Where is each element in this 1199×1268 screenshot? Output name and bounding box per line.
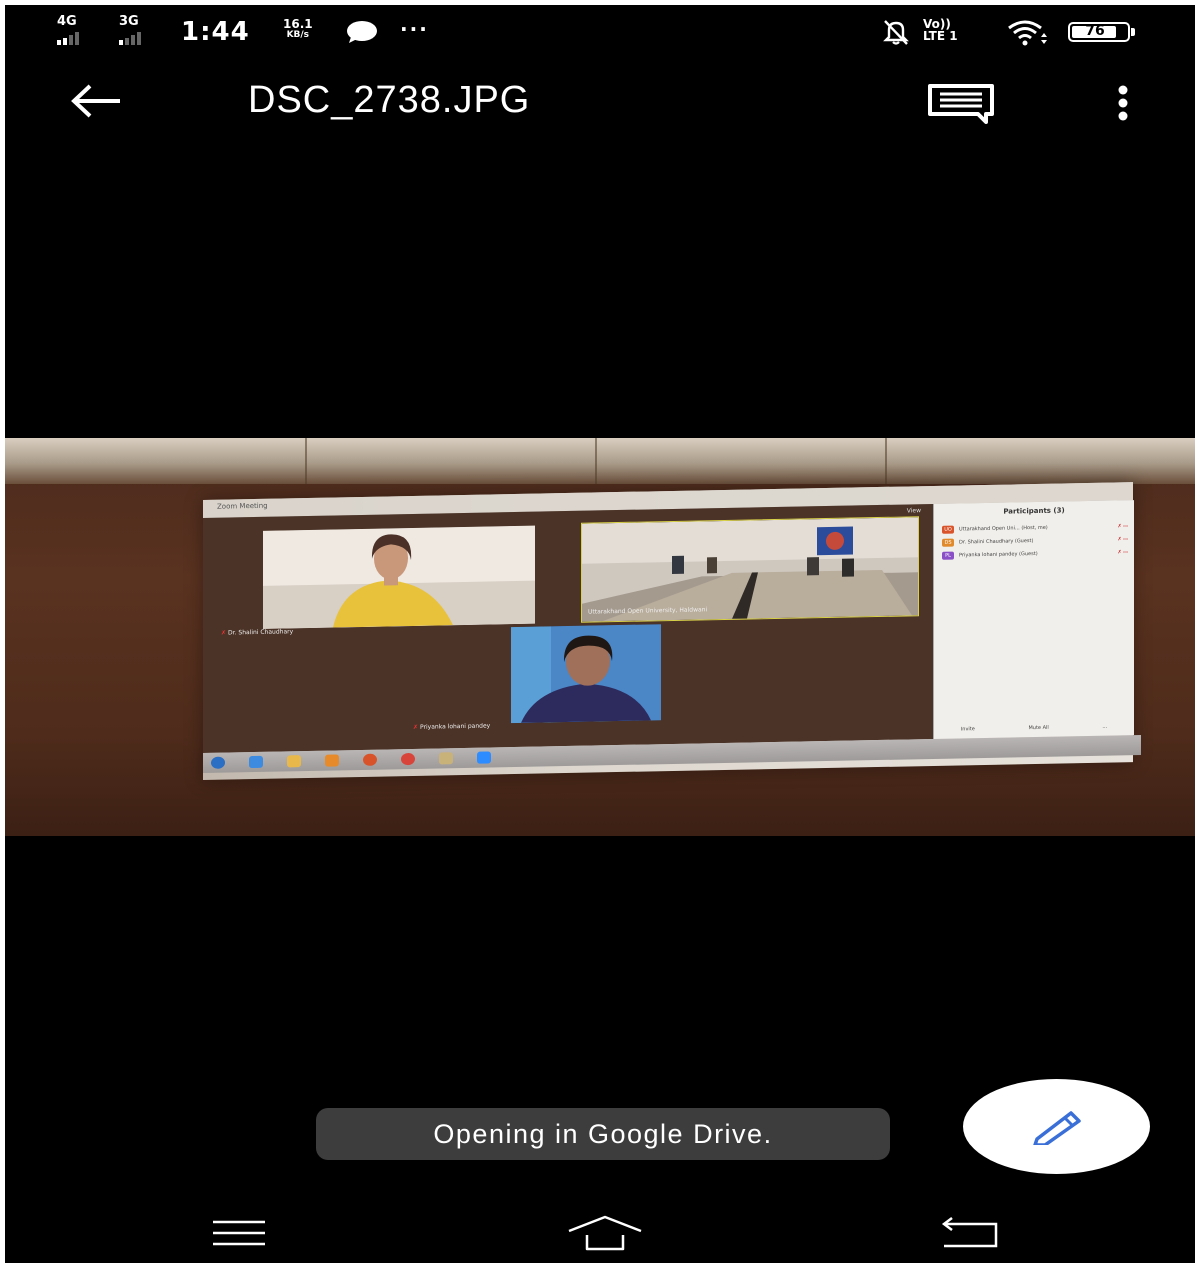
participants-title: Participants (3) — [1003, 506, 1065, 516]
video-tile-3-label: ✗ Priyanka lohani pandey — [413, 722, 491, 731]
participants-panel: Participants (3) UO Uttarakhand Open Uni… — [933, 500, 1134, 739]
participant-name: Dr. Shalini Chaudhary (Guest) — [959, 537, 1034, 545]
file-title: DSC_2738.JPG — [248, 79, 531, 121]
participant-name: Priyanka lohani pandey (Guest) — [959, 550, 1038, 558]
chrome-icon — [401, 752, 415, 766]
ie-icon — [249, 755, 263, 769]
video-tile-1-label: ✗ Dr. Shalini Chaudhary — [221, 628, 294, 637]
network-type-2: 3G — [119, 14, 139, 29]
nav-menu-icon — [213, 1220, 265, 1246]
network-speed: 16.1 KB/s — [283, 17, 313, 41]
pencil-edit-icon — [1032, 1110, 1081, 1145]
nav-home-icon — [568, 1215, 642, 1251]
battery-icon: 76 — [1068, 22, 1135, 42]
nav-back-icon — [941, 1217, 998, 1248]
participant-row: UO Uttarakhand Open Uni... (Host, me) ✗ … — [942, 520, 1128, 535]
start-orb-icon — [211, 756, 225, 769]
more-label: ... — [1102, 723, 1108, 730]
participant-mic-icon: ✗ ▭ — [1117, 548, 1128, 555]
network-type-1: 4G — [57, 14, 77, 29]
nav-menu-button[interactable] — [201, 1205, 277, 1261]
wifi-icon — [1008, 20, 1047, 46]
participant-2-video — [582, 517, 918, 622]
image-viewer-screen: 4G 3G 1:44 16.1 KB/s ··· Vo)) LTE 1 76 D… — [5, 5, 1195, 1263]
more-notifications-icon: ··· — [400, 17, 429, 41]
photo-preview[interactable]: Zoom Meeting View ✗ Dr. Shalini Chaudhary — [5, 438, 1195, 836]
volte-indicator: Vo)) LTE 1 — [923, 18, 958, 42]
zoom-icon — [477, 751, 491, 764]
zoom-gallery-view: View ✗ Dr. Shalini Chaudhary Uttarakhand… — [203, 503, 933, 753]
nav-home-button[interactable] — [560, 1205, 650, 1261]
participants-footer: Invite Mute All ... — [934, 723, 1134, 733]
participant-mic-icon: ✗ ▭ — [1117, 522, 1128, 529]
app-bar: DSC_2738.JPG — [5, 65, 1195, 135]
invite-label: Invite — [960, 726, 975, 733]
signal-strength-2-icon — [119, 32, 141, 45]
chat-bubble-icon — [347, 21, 377, 43]
participant-avatar: UO — [942, 525, 954, 534]
projected-zoom-window: Zoom Meeting View ✗ Dr. Shalini Chaudhary — [203, 482, 1141, 780]
mute-bell-icon — [883, 20, 909, 45]
zoom-window-title: Zoom Meeting — [217, 501, 268, 511]
status-bar: 4G 3G 1:44 16.1 KB/s ··· Vo)) LTE 1 76 — [5, 5, 1195, 55]
network-speed-unit: KB/s — [286, 30, 310, 40]
volte-bottom-label: LTE 1 — [923, 29, 958, 43]
participant-avatar: PL — [942, 551, 954, 560]
participant-name: Uttarakhand Open Uni... (Host, me) — [959, 524, 1048, 532]
mute-all-label: Mute All — [1028, 724, 1049, 732]
paint-icon — [439, 752, 453, 765]
participant-row: PL Priyanka lohani pandey (Guest) ✗ ▭ — [942, 546, 1128, 561]
participant-3-video — [511, 624, 661, 724]
firefox-icon — [363, 753, 377, 766]
folder-icon — [287, 755, 301, 768]
comments-button[interactable] — [921, 75, 1001, 131]
more-vert-icon — [1118, 85, 1128, 121]
signal-strength-1-icon — [57, 32, 79, 45]
participant-1-video — [263, 525, 535, 629]
nav-back-button[interactable] — [931, 1205, 1007, 1261]
clock: 1:44 — [181, 17, 250, 47]
video-tile-3 — [511, 624, 661, 724]
participant-row: DS Dr. Shalini Chaudhary (Guest) ✗ ▭ — [942, 533, 1128, 548]
photo-ceiling — [5, 438, 1195, 484]
toast-text: Opening in Google Drive. — [433, 1118, 773, 1149]
participant-mic-icon: ✗ ▭ — [1117, 535, 1128, 542]
back-button[interactable] — [60, 75, 132, 127]
network-speed-value: 16.1 — [283, 17, 313, 31]
media-player-icon — [325, 754, 339, 767]
battery-level: 76 — [1085, 23, 1105, 39]
comment-icon — [928, 84, 994, 124]
toast-message: Opening in Google Drive. — [316, 1108, 890, 1160]
video-tile-1 — [263, 525, 535, 629]
edit-fab-button[interactable] — [963, 1079, 1150, 1174]
back-arrow-icon — [71, 84, 120, 118]
participant-avatar: DS — [942, 538, 954, 547]
more-options-button[interactable] — [1097, 75, 1149, 131]
zoom-view-label: View — [906, 507, 921, 515]
